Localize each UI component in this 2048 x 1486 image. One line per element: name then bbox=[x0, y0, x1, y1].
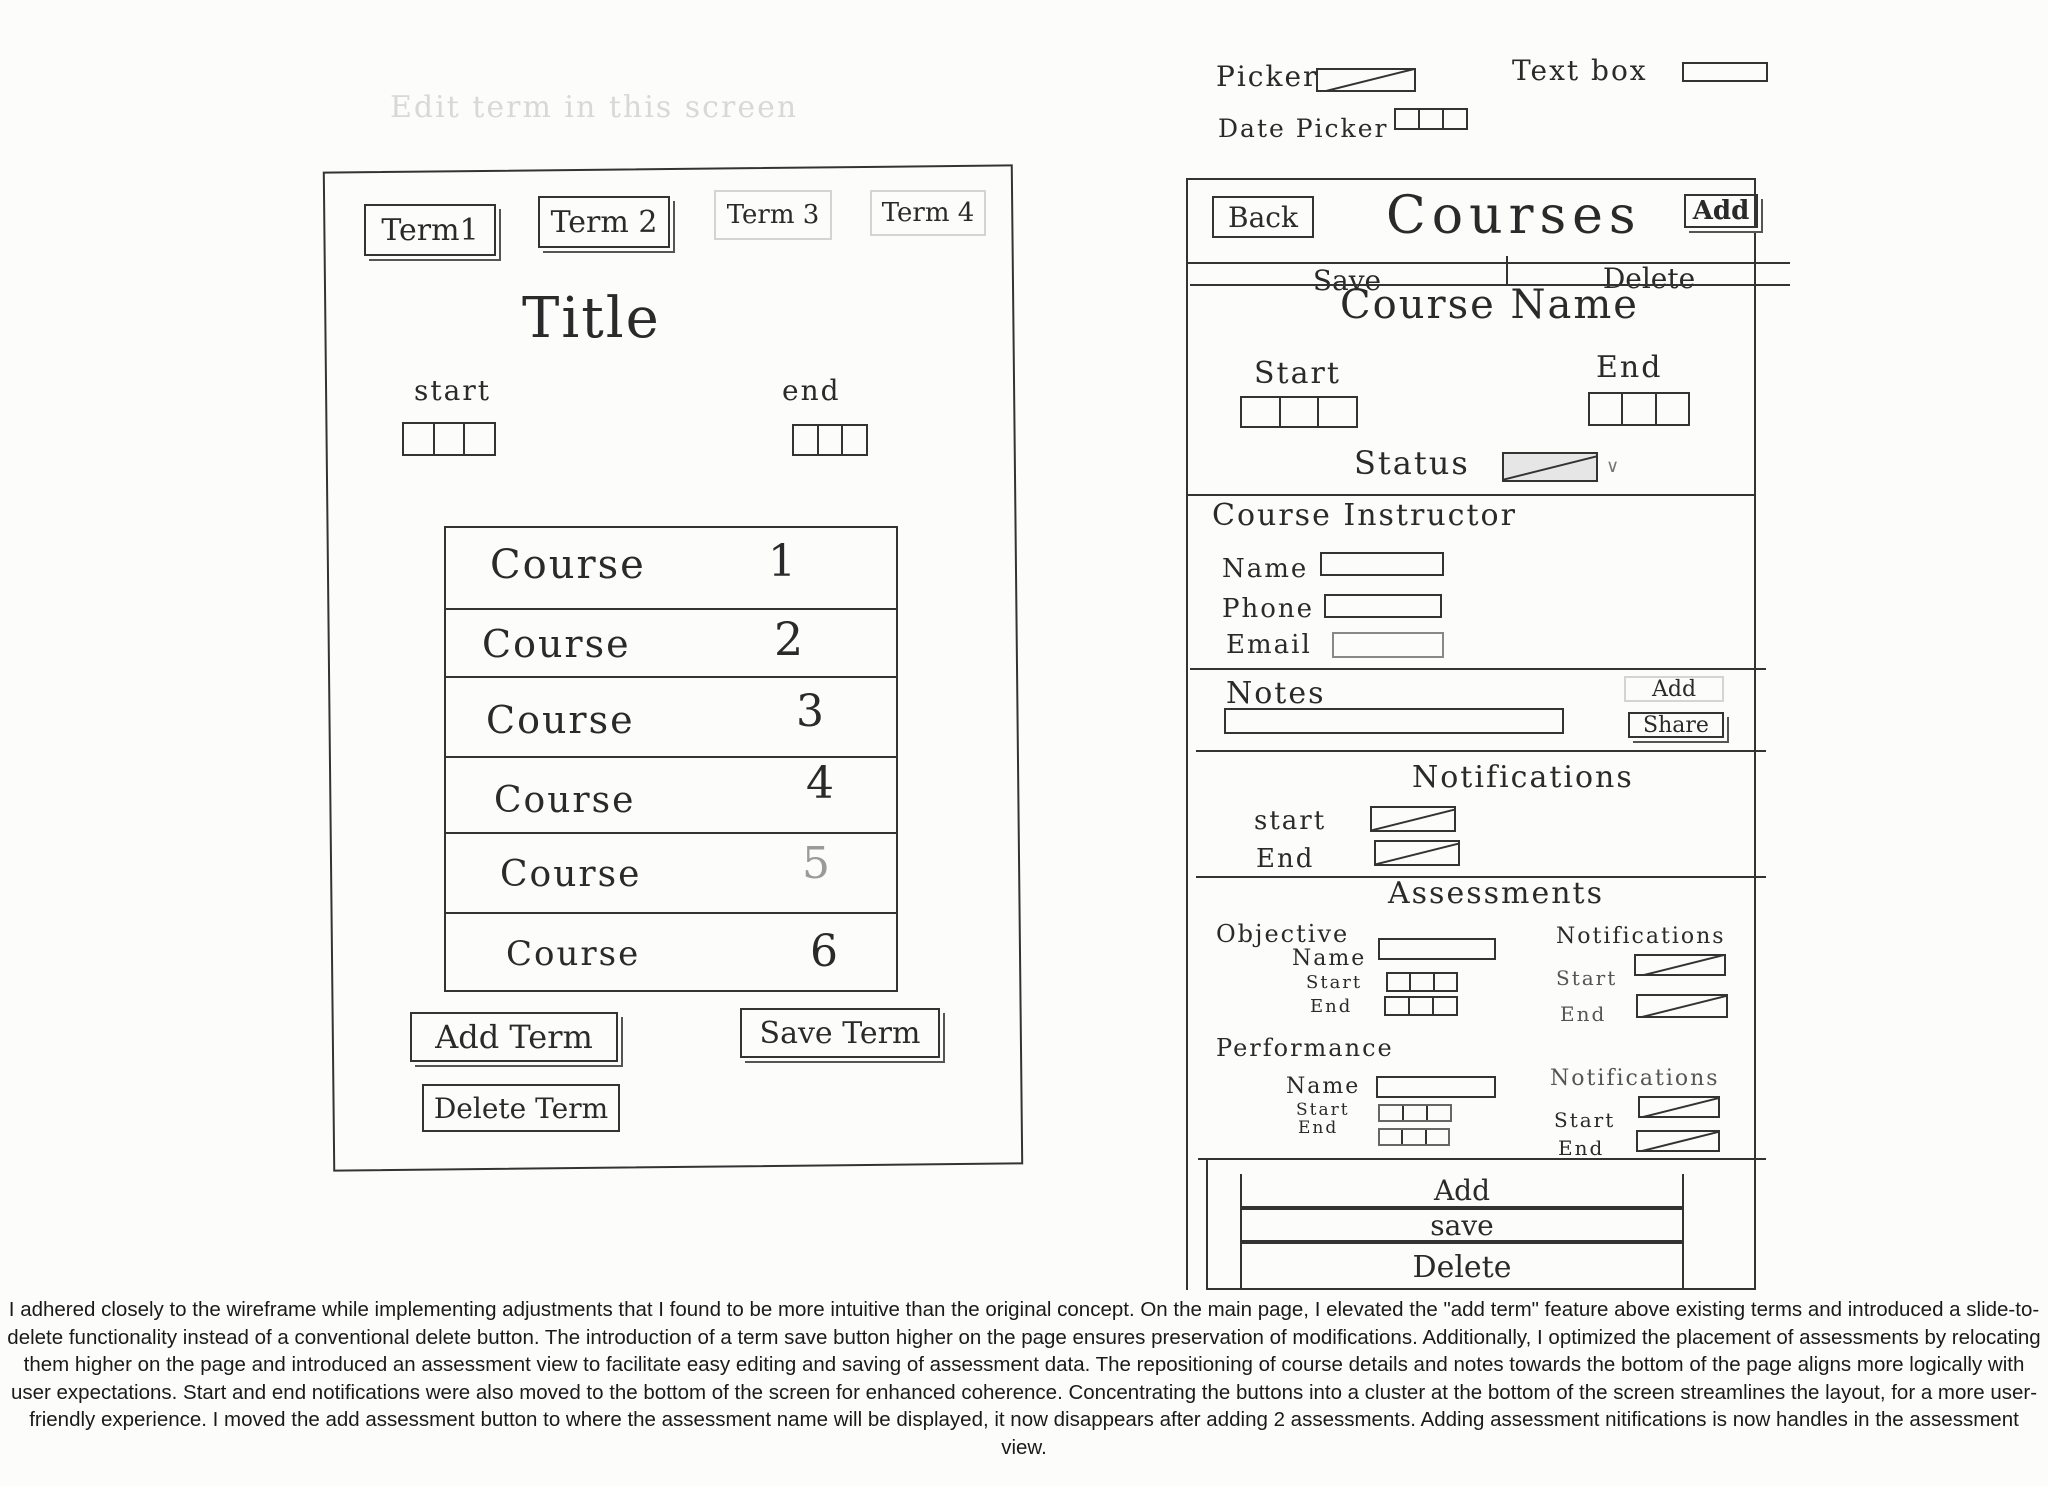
status-picker[interactable] bbox=[1502, 452, 1598, 482]
performance-end-datepicker[interactable] bbox=[1378, 1128, 1450, 1146]
course-end-datepicker[interactable] bbox=[1588, 392, 1690, 426]
notes-share-button[interactable]: Share bbox=[1628, 712, 1724, 738]
delete-term-button[interactable]: Delete Term bbox=[422, 1084, 620, 1132]
course-row[interactable]: Course 1 bbox=[446, 528, 896, 608]
course-start-label: Start bbox=[1254, 356, 1341, 391]
save-term-button[interactable]: Save Term bbox=[740, 1008, 940, 1058]
legend-picker-label: Picker bbox=[1216, 60, 1319, 93]
performance-end-label: End bbox=[1298, 1118, 1339, 1138]
performance-start-datepicker[interactable] bbox=[1378, 1104, 1452, 1122]
objective-start-label: Start bbox=[1306, 972, 1363, 993]
status-label: Status bbox=[1354, 444, 1470, 482]
performance-notif-start-label: Start bbox=[1554, 1108, 1616, 1132]
instructor-heading: Course Instructor bbox=[1212, 498, 1517, 533]
performance-start-label: Start bbox=[1296, 1100, 1350, 1120]
course-start-datepicker[interactable] bbox=[1240, 396, 1358, 428]
legend-datepicker-label: Date Picker bbox=[1218, 114, 1389, 143]
course-row-label: Course bbox=[494, 780, 636, 821]
assessments-heading: Assessments bbox=[1388, 876, 1604, 911]
course-name-field[interactable]: Course Name bbox=[1340, 282, 1639, 328]
notif-end-label: End bbox=[1256, 844, 1315, 874]
course-row-number: 2 bbox=[774, 612, 806, 666]
performance-notif-start-picker[interactable] bbox=[1638, 1096, 1720, 1118]
performance-notifications-label: Notifications bbox=[1550, 1066, 1720, 1091]
objective-notif-end-picker[interactable] bbox=[1636, 994, 1728, 1018]
bottom-add-button[interactable]: Add bbox=[1240, 1174, 1684, 1208]
instructor-email-field[interactable] bbox=[1332, 632, 1444, 658]
course-row-label: Course bbox=[486, 698, 635, 742]
tab-term-4[interactable]: Term 4 bbox=[870, 190, 986, 236]
course-row[interactable]: Course 6 bbox=[446, 914, 896, 990]
objective-notif-start-picker[interactable] bbox=[1634, 954, 1726, 976]
add-term-button[interactable]: Add Term bbox=[410, 1012, 618, 1062]
objective-notif-end-label: End bbox=[1560, 1002, 1607, 1026]
notif-end-picker[interactable] bbox=[1374, 840, 1460, 866]
course-row-number: 6 bbox=[810, 926, 840, 977]
bottom-frame-left bbox=[1206, 1158, 1208, 1290]
back-button[interactable]: Back bbox=[1212, 196, 1314, 238]
chevron-down-icon: ∨ bbox=[1606, 456, 1620, 477]
section-divider bbox=[1190, 668, 1766, 670]
tab-term-3[interactable]: Term 3 bbox=[714, 190, 832, 240]
course-row[interactable]: Course 2 bbox=[446, 610, 896, 676]
courses-title: Courses bbox=[1386, 186, 1642, 246]
term-title: Title bbox=[522, 286, 661, 351]
notif-start-label: start bbox=[1254, 806, 1327, 836]
instructor-phone-label: Phone bbox=[1222, 594, 1315, 624]
instructor-name-field[interactable] bbox=[1320, 552, 1444, 576]
term-end-label: end bbox=[782, 374, 841, 407]
performance-name-label: Name bbox=[1286, 1074, 1361, 1099]
course-row-number: 3 bbox=[796, 686, 826, 737]
bottom-delete-button[interactable]: Delete bbox=[1240, 1242, 1684, 1290]
section-divider bbox=[1196, 750, 1766, 752]
course-row-number: 4 bbox=[806, 758, 836, 809]
legend-textbox-label: Text box bbox=[1512, 54, 1648, 87]
course-row-number: 1 bbox=[768, 536, 798, 587]
notif-start-picker[interactable] bbox=[1370, 806, 1456, 832]
course-row[interactable]: Course 4 bbox=[446, 758, 896, 832]
notes-add-button[interactable]: Add bbox=[1624, 676, 1724, 702]
term-end-datepicker[interactable] bbox=[792, 424, 868, 456]
performance-notif-end-picker[interactable] bbox=[1636, 1130, 1720, 1152]
section-divider bbox=[1188, 494, 1756, 496]
performance-notif-end-label: End bbox=[1558, 1136, 1605, 1160]
course-end-label: End bbox=[1596, 350, 1663, 385]
instructor-phone-field[interactable] bbox=[1324, 594, 1442, 618]
objective-notifications-label: Notifications bbox=[1556, 924, 1726, 949]
objective-end-label: End bbox=[1310, 996, 1353, 1017]
caption-text: I adhered closely to the wireframe while… bbox=[7, 1298, 2041, 1459]
objective-name-field[interactable] bbox=[1378, 938, 1496, 960]
legend-picker-sample bbox=[1316, 68, 1416, 92]
legend-textbox-sample bbox=[1682, 62, 1768, 82]
header-add-button[interactable]: Add bbox=[1684, 194, 1758, 228]
objective-notif-start-label: Start bbox=[1556, 966, 1618, 990]
tab-term-1[interactable]: Term1 bbox=[364, 204, 496, 256]
course-row-label: Course bbox=[490, 542, 646, 588]
notes-field[interactable] bbox=[1224, 708, 1564, 734]
legend-datepicker-sample bbox=[1394, 108, 1468, 130]
performance-label: Performance bbox=[1216, 1034, 1394, 1062]
bottom-save-button[interactable]: save bbox=[1240, 1208, 1684, 1242]
course-row-label: Course bbox=[506, 934, 641, 974]
faint-erased-label: Edit term in this screen bbox=[390, 90, 799, 125]
objective-label: Objective bbox=[1216, 920, 1350, 948]
objective-end-datepicker[interactable] bbox=[1384, 996, 1458, 1016]
course-row[interactable]: Course 5 bbox=[446, 834, 896, 912]
instructor-email-label: Email bbox=[1226, 630, 1312, 660]
course-row-label: Course bbox=[482, 622, 631, 666]
term-start-label: start bbox=[414, 374, 491, 407]
instructor-name-label: Name bbox=[1222, 554, 1309, 584]
section-divider bbox=[1198, 1158, 1766, 1160]
objective-name-label: Name bbox=[1292, 946, 1367, 971]
tab-term-2[interactable]: Term 2 bbox=[538, 196, 670, 248]
performance-name-field[interactable] bbox=[1376, 1076, 1496, 1098]
term-start-datepicker[interactable] bbox=[402, 422, 496, 456]
course-row-label: Course bbox=[500, 854, 642, 895]
course-row-number: 5 bbox=[802, 838, 832, 889]
objective-start-datepicker[interactable] bbox=[1386, 972, 1458, 992]
course-row[interactable]: Course 3 bbox=[446, 678, 896, 756]
notifications-heading: Notifications bbox=[1412, 760, 1634, 795]
notes-label: Notes bbox=[1226, 676, 1326, 711]
